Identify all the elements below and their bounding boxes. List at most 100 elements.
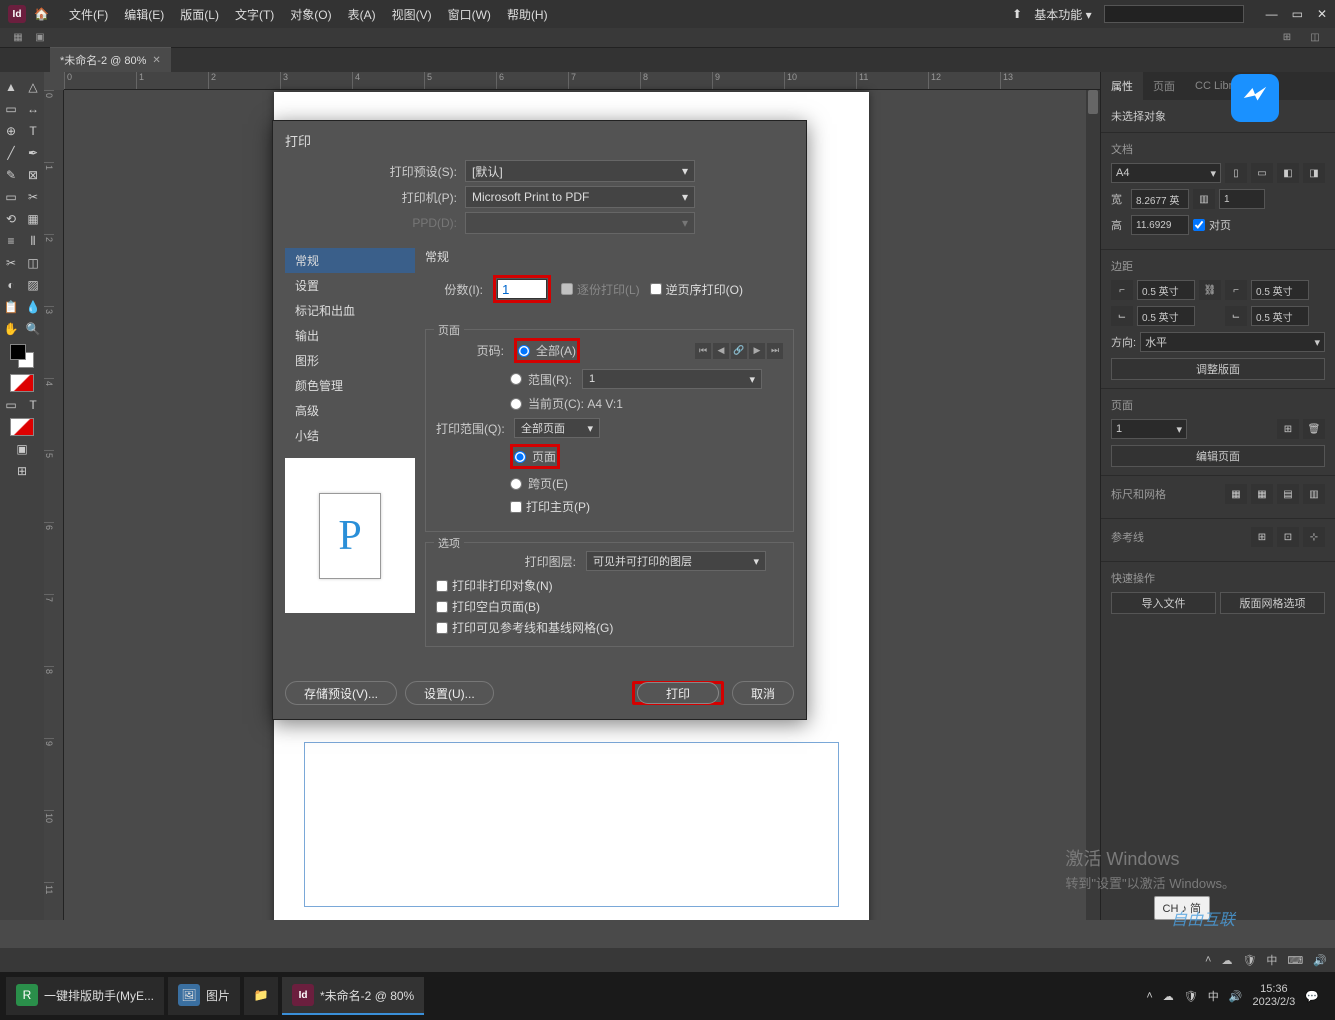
menu-layout[interactable]: 版面(L): [172, 6, 227, 23]
master-pages-checkbox[interactable]: 打印主页(P): [510, 498, 590, 515]
workspace-switcher[interactable]: 基本功能 ▾: [1034, 6, 1091, 23]
ctrl-icon[interactable]: ▣: [30, 31, 50, 45]
sidebar-item-general[interactable]: 常规: [285, 248, 415, 273]
margin-left-field[interactable]: 0.5 英寸: [1251, 280, 1309, 300]
sidebar-item-setup[interactable]: 设置: [285, 273, 415, 298]
edit-page-button[interactable]: 编辑页面: [1111, 445, 1325, 467]
bind-left-icon[interactable]: ◧: [1277, 163, 1299, 183]
tray-up-icon[interactable]: ˄: [1146, 990, 1152, 1002]
menu-view[interactable]: 视图(V): [384, 6, 440, 23]
grid-tool-h[interactable]: ≡: [0, 230, 22, 252]
rect-frame-tool[interactable]: ⊠: [22, 164, 44, 186]
eyedropper-tool[interactable]: 💧: [22, 296, 44, 318]
sidebar-item-output[interactable]: 输出: [285, 323, 415, 348]
transform-tool[interactable]: ⟲: [0, 208, 22, 230]
menu-file[interactable]: 文件(F): [61, 6, 116, 23]
menu-window[interactable]: 窗口(W): [440, 6, 499, 23]
ruler-icon[interactable]: ▦: [1225, 484, 1247, 504]
layout-grid-button[interactable]: 版面网格选项: [1220, 592, 1325, 614]
minimize-icon[interactable]: —: [1266, 7, 1278, 21]
orientation-select[interactable]: 水平▾: [1140, 332, 1325, 352]
tray-security-icon[interactable]: 🛡: [1184, 990, 1198, 1003]
page-range-select[interactable]: 1▾: [582, 369, 762, 389]
rect-tool[interactable]: ▭: [0, 186, 22, 208]
height-field[interactable]: 11.6929: [1131, 215, 1189, 235]
tray-ime[interactable]: 中: [1266, 952, 1277, 968]
view-mode[interactable]: ⊞: [0, 460, 44, 482]
taskbar-item[interactable]: 📁: [244, 977, 278, 1015]
sidebar-item-summary[interactable]: 小结: [285, 423, 415, 448]
smart-guides-icon[interactable]: ⊡: [1277, 527, 1299, 547]
tray-volume-icon[interactable]: 🔊: [1313, 954, 1327, 967]
sidebar-item-advanced[interactable]: 高级: [285, 398, 415, 423]
width-field[interactable]: 8.2677 英: [1131, 189, 1189, 209]
print-layers-select[interactable]: 可见并可打印的图层▾: [586, 551, 766, 571]
orientation-landscape-icon[interactable]: ▭: [1251, 163, 1273, 183]
apply-none[interactable]: [10, 418, 34, 436]
menu-type[interactable]: 文字(T): [227, 6, 282, 23]
sidebar-item-marks[interactable]: 标记和出血: [285, 298, 415, 323]
sidebar-item-graphics[interactable]: 图形: [285, 348, 415, 373]
gap-tool[interactable]: ↔: [22, 98, 44, 120]
line-tool[interactable]: ╱: [0, 142, 22, 164]
tab-close-icon[interactable]: ✕: [152, 55, 160, 66]
orientation-portrait-icon[interactable]: ▯: [1225, 163, 1247, 183]
tray-cloud-icon[interactable]: ☁: [1163, 990, 1174, 1003]
menu-object[interactable]: 对象(O): [282, 6, 339, 23]
adjust-layout-button[interactable]: 调整版面: [1111, 358, 1325, 380]
screen-mode[interactable]: ▣: [0, 438, 44, 460]
notifications-icon[interactable]: 💬: [1305, 990, 1319, 1003]
nav-last-icon[interactable]: ⏭: [767, 343, 783, 359]
taskbar-item[interactable]: Id *未命名-2 @ 80%: [282, 977, 424, 1015]
container-format[interactable]: ▭: [0, 394, 22, 416]
grid-icon[interactable]: ▦: [1251, 484, 1273, 504]
share-icon[interactable]: ⬆: [1012, 7, 1022, 21]
pen-tool[interactable]: ✒: [22, 142, 44, 164]
free-transform[interactable]: ◫: [22, 252, 44, 274]
content-tool[interactable]: ⊕: [0, 120, 22, 142]
pencil-tool[interactable]: ✎: [0, 164, 22, 186]
gradient-swatch[interactable]: ◐: [0, 274, 22, 296]
taskbar-item[interactable]: R 一键排版助手(MyE...: [6, 977, 164, 1015]
delete-page-icon[interactable]: 🗑: [1303, 419, 1325, 439]
save-preset-button[interactable]: 存储预设(V)...: [285, 681, 397, 705]
nav-first-icon[interactable]: ⏮: [695, 343, 711, 359]
fill-stroke-swatch[interactable]: [10, 344, 34, 368]
print-preset-select[interactable]: [默认]▾: [465, 160, 695, 182]
home-icon[interactable]: 🏠: [34, 7, 49, 21]
zoom-tool[interactable]: 🔍: [22, 318, 44, 340]
selection-tool[interactable]: ▲: [0, 76, 22, 98]
pages-range-radio[interactable]: [510, 373, 522, 385]
tray-up-icon[interactable]: ˄: [1205, 954, 1211, 966]
type-tool[interactable]: T: [22, 120, 44, 142]
tray-volume-icon[interactable]: 🔊: [1229, 990, 1243, 1003]
gradient-tool[interactable]: ▦: [22, 208, 44, 230]
margin-right-field[interactable]: 0.5 英寸: [1251, 306, 1309, 326]
print-blank-checkbox[interactable]: 打印空白页面(B): [436, 598, 783, 615]
print-nonprinting-checkbox[interactable]: 打印非打印对象(N): [436, 577, 783, 594]
printer-select[interactable]: Microsoft Print to PDF▾: [465, 186, 695, 208]
tray-security-icon[interactable]: 🛡: [1242, 954, 1256, 967]
guides-icon[interactable]: ⊞: [1251, 527, 1273, 547]
close-icon[interactable]: ✕: [1317, 7, 1327, 21]
page-number-select[interactable]: 1▾: [1111, 419, 1187, 439]
ctrl-icon[interactable]: ⊞: [1277, 31, 1297, 45]
tray-cloud-icon[interactable]: ☁: [1221, 954, 1232, 967]
ctrl-icon[interactable]: ▦: [8, 31, 28, 45]
pages-all-radio[interactable]: [518, 345, 530, 357]
nav-link-icon[interactable]: 🔗: [731, 343, 747, 359]
menu-edit[interactable]: 编辑(E): [116, 6, 172, 23]
baseline-icon[interactable]: ▤: [1277, 484, 1299, 504]
page-preset-select[interactable]: A4▾: [1111, 163, 1221, 183]
print-range-select[interactable]: 全部页面▾: [514, 418, 600, 438]
doc-tab[interactable]: *未命名-2 @ 80% ✕: [50, 47, 171, 72]
text-format[interactable]: T: [22, 394, 44, 416]
menu-table[interactable]: 表(A): [340, 6, 384, 23]
tray-ime[interactable]: 中: [1208, 988, 1219, 1004]
import-file-button[interactable]: 导入文件: [1111, 592, 1216, 614]
panel-tab-properties[interactable]: 属性: [1101, 72, 1143, 100]
add-page-icon[interactable]: ⊞: [1277, 419, 1299, 439]
print-button[interactable]: 打印: [637, 682, 719, 704]
sidebar-item-color[interactable]: 颜色管理: [285, 373, 415, 398]
pages-current-radio[interactable]: [510, 398, 522, 410]
